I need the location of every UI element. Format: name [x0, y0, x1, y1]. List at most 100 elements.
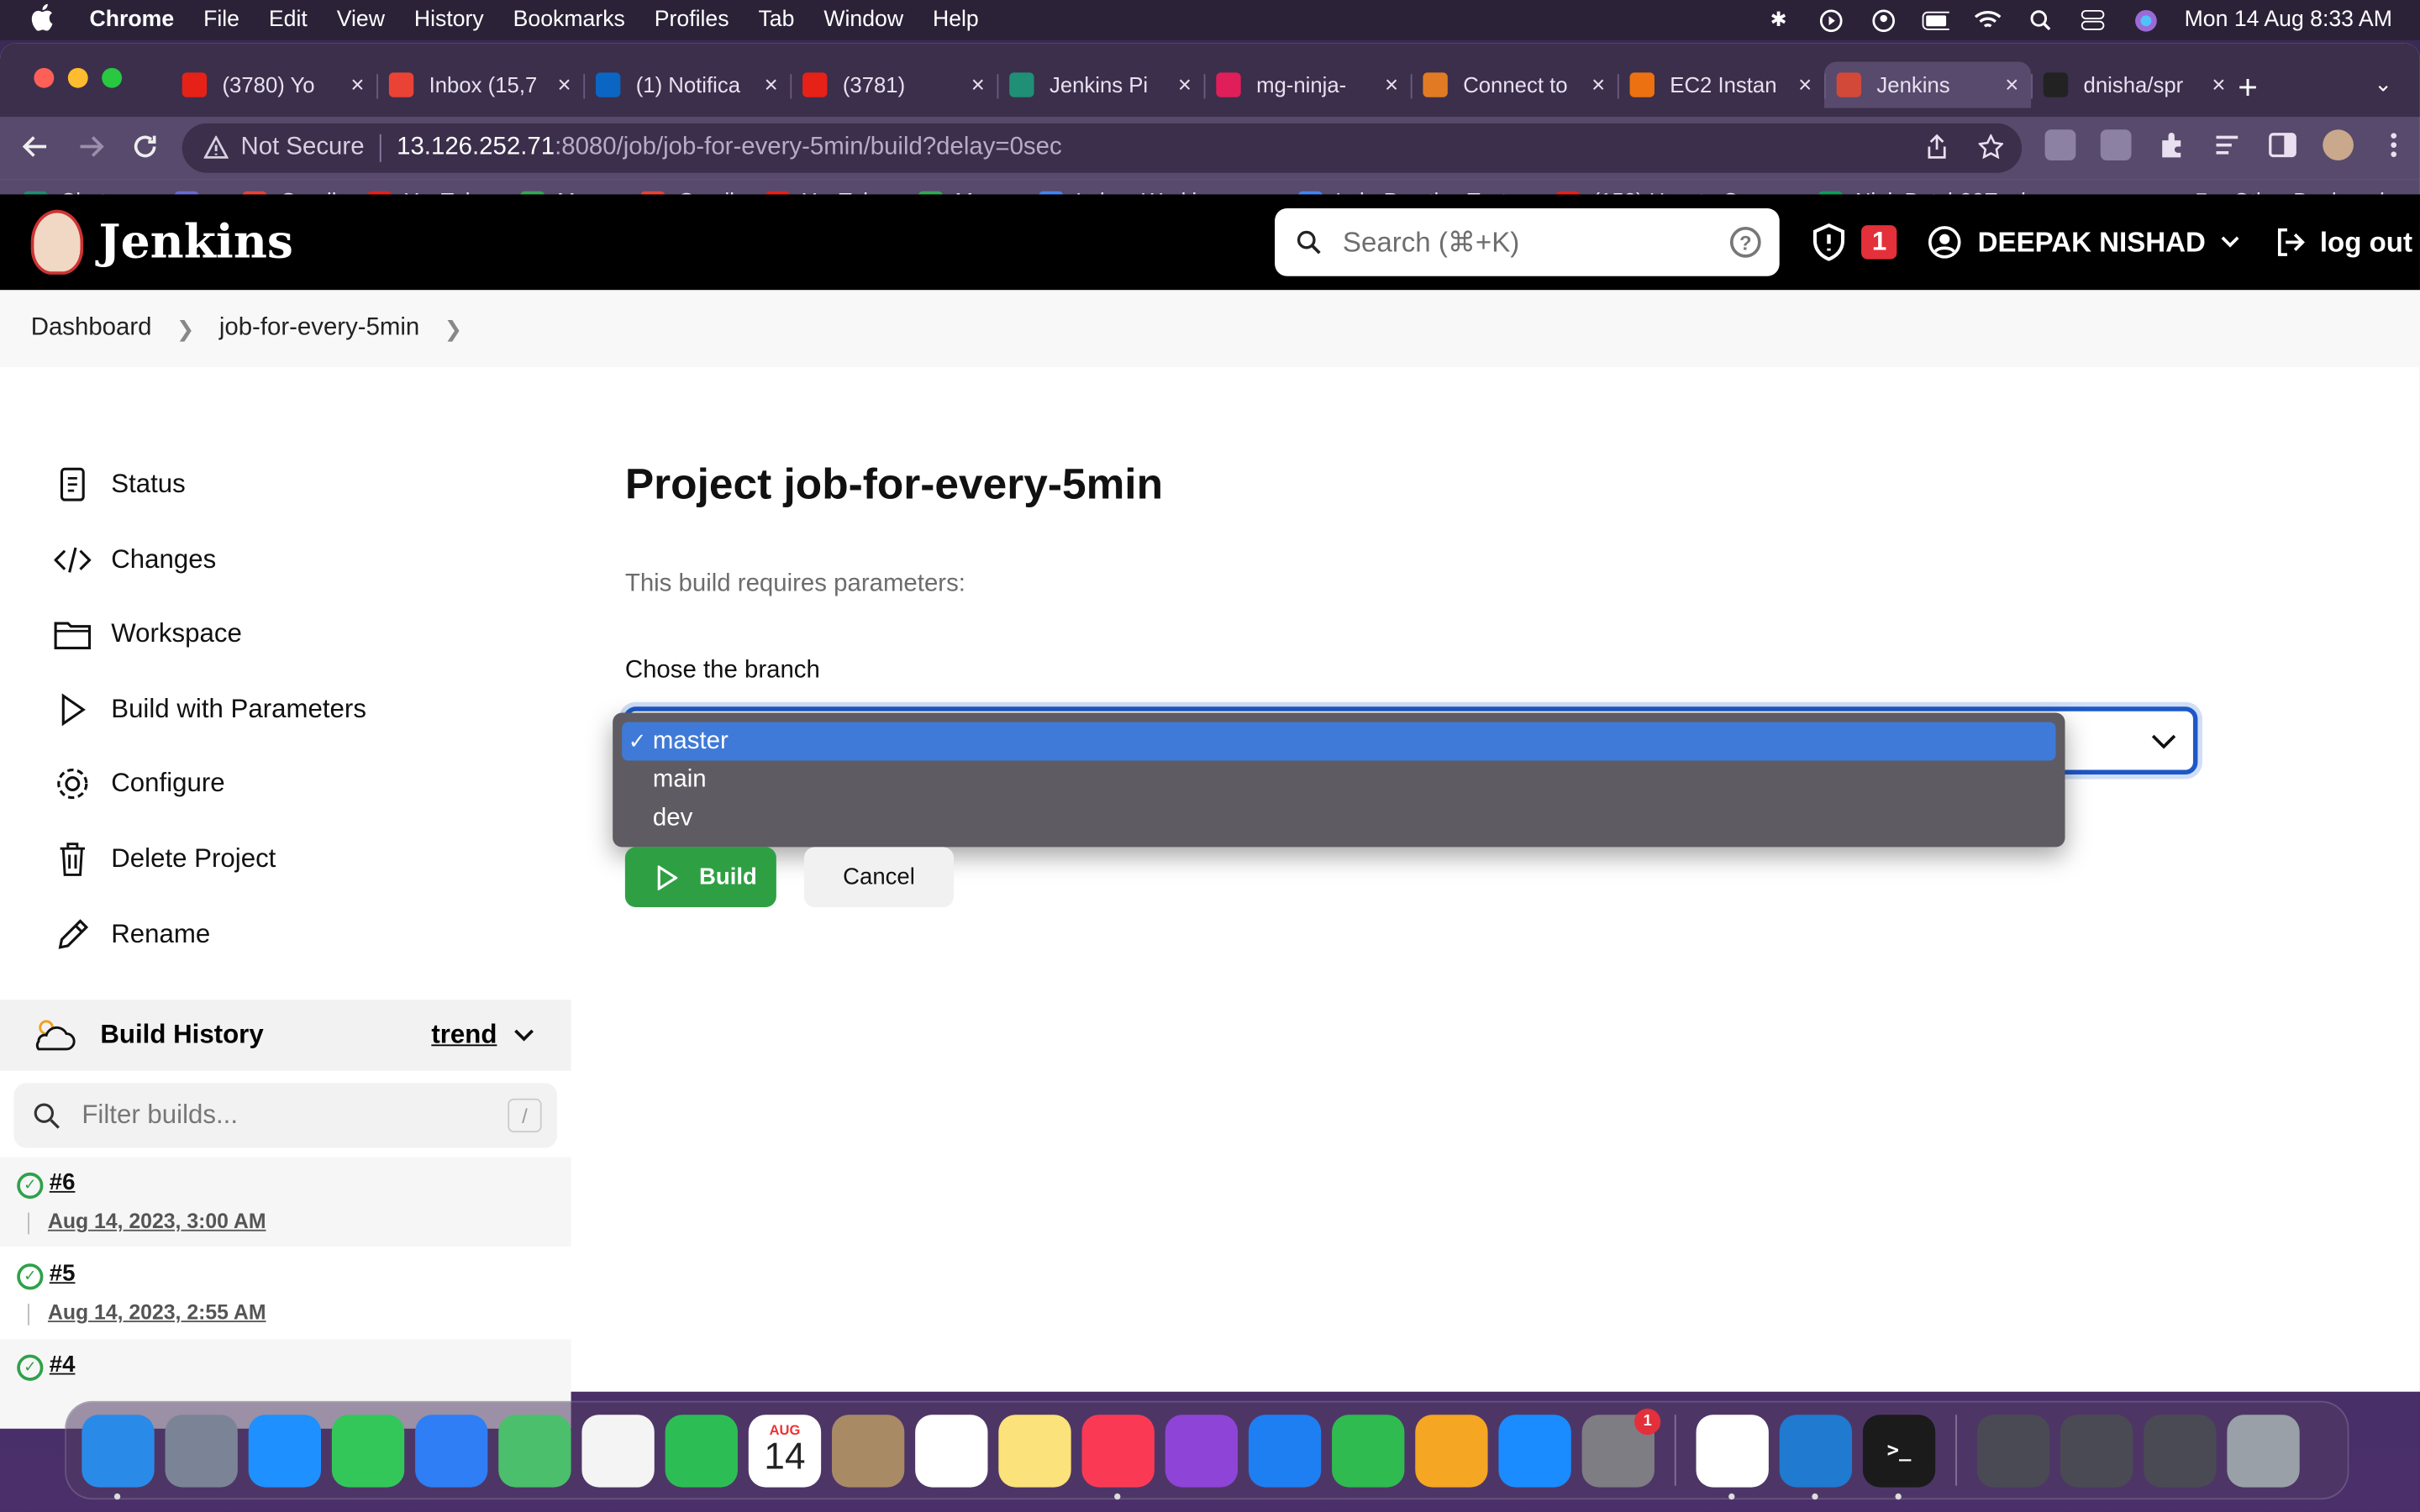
photos-icon[interactable] [581, 1414, 655, 1487]
spotlight-icon[interactable] [2027, 9, 2054, 31]
build-date-link[interactable]: Aug 14, 2023, 3:00 AM [48, 1210, 266, 1233]
screenshot-stack-icon[interactable] [2060, 1414, 2133, 1487]
close-tab-icon[interactable]: × [2005, 71, 2018, 97]
extension-devtools-icon[interactable] [2044, 129, 2076, 161]
menu-view[interactable]: View [337, 8, 385, 32]
chevron-right-icon[interactable]: ❯ [445, 316, 463, 342]
browser-tab[interactable]: (1) Notifica × [583, 61, 790, 108]
maps-icon[interactable] [498, 1414, 571, 1487]
safari-icon[interactable] [248, 1414, 322, 1487]
battery-icon[interactable] [1922, 9, 1950, 31]
menu-chrome[interactable]: Chrome [90, 8, 175, 32]
chevron-down-icon[interactable] [514, 1025, 534, 1047]
close-tab-icon[interactable]: × [350, 71, 364, 97]
sidebar-item-configure[interactable]: Configure [54, 765, 225, 802]
extensions-puzzle-icon[interactable] [2156, 129, 2187, 160]
user-account-icon[interactable] [1870, 8, 1897, 32]
menu-history[interactable]: History [414, 8, 484, 32]
dropdown-option-dev[interactable]: dev [622, 799, 2055, 837]
browser-tab[interactable]: (3781) × [790, 61, 997, 108]
app-store-icon[interactable] [1498, 1414, 1571, 1487]
close-tab-icon[interactable]: × [1178, 71, 1192, 97]
system-settings-icon[interactable]: 1 [1581, 1407, 1661, 1487]
mail-icon[interactable] [415, 1414, 488, 1487]
dropdown-option-master[interactable]: ✓ master [622, 722, 2056, 761]
siri-icon[interactable] [2132, 9, 2160, 31]
close-tab-icon[interactable]: × [765, 71, 778, 97]
logout-link[interactable]: log out [2274, 225, 2412, 259]
address-bar[interactable]: Not Secure 13.126.252.71 :8080/job/job-f… [182, 123, 2023, 173]
browser-tab[interactable]: mg-ninja- × [1203, 61, 1411, 108]
sidebar-item-delete-project[interactable]: Delete Project [54, 841, 276, 878]
browser-tab[interactable]: Jenkins Pi × [997, 61, 1204, 108]
launchpad-icon[interactable] [165, 1414, 238, 1487]
browser-tab[interactable]: EC2 Instan × [1617, 61, 1824, 108]
browser-tab[interactable]: dnisha/spr × [2031, 61, 2238, 108]
menu-window[interactable]: Window [823, 8, 903, 32]
menu-help[interactable]: Help [933, 8, 979, 32]
site-info[interactable]: Not Secure [203, 134, 365, 162]
build-number-link[interactable]: #4 [50, 1352, 76, 1378]
trash-icon[interactable] [2227, 1414, 2300, 1487]
numbers-icon[interactable] [1332, 1414, 1405, 1487]
dropdown-option-main[interactable]: main [622, 760, 2055, 799]
chrome-icon[interactable] [1696, 1414, 1769, 1499]
build-button[interactable]: Build [624, 847, 776, 907]
user-menu[interactable]: DEEPAK NISHAD [1928, 225, 2239, 259]
sidebar-item-workspace[interactable]: Workspace [54, 616, 242, 653]
breadcrumb-job[interactable]: job-for-every-5min [219, 315, 419, 343]
extension-r-icon[interactable] [2100, 129, 2132, 161]
side-panel-icon[interactable] [2267, 129, 2298, 160]
close-tab-icon[interactable]: × [557, 71, 571, 97]
vscode-icon[interactable] [1779, 1414, 1853, 1499]
menu-bookmarks[interactable]: Bookmarks [513, 8, 625, 32]
bluetooth-icon[interactable]: ✱ [1765, 8, 1792, 31]
terminal-icon[interactable]: >_ [1862, 1414, 1936, 1499]
menu-file[interactable]: File [203, 8, 239, 32]
profile-avatar[interactable] [2323, 129, 2354, 161]
wifi-icon[interactable] [1975, 9, 2002, 31]
browser-tab[interactable]: (3780) Yo × [170, 61, 376, 108]
cancel-button[interactable]: Cancel [803, 847, 955, 907]
close-tab-icon[interactable]: × [971, 71, 985, 97]
apple-icon[interactable] [31, 3, 62, 38]
browser-tab[interactable]: Inbox (15,7 × [376, 61, 583, 108]
messages-icon[interactable] [331, 1414, 405, 1487]
close-tab-icon[interactable]: × [1385, 71, 1398, 97]
bookmark-star-icon[interactable] [1977, 133, 2005, 165]
podcasts-icon[interactable] [1165, 1414, 1239, 1487]
reading-list-icon[interactable] [2212, 129, 2243, 160]
build-date-link[interactable]: Aug 14, 2023, 2:55 AM [48, 1300, 266, 1324]
jenkins-search-box[interactable]: Search (⌘+K) ? [1275, 207, 1780, 276]
sidebar-item-status[interactable]: Status [54, 466, 186, 503]
build-row[interactable]: ✓ #6 Aug 14, 2023, 3:00 AM [0, 1157, 571, 1247]
menu-tab[interactable]: Tab [758, 8, 794, 32]
play-icon[interactable] [1817, 8, 1844, 32]
search-help-icon[interactable]: ? [1729, 226, 1761, 258]
close-tab-icon[interactable]: × [1591, 71, 1605, 97]
back-icon[interactable] [22, 133, 50, 168]
contacts-icon[interactable] [831, 1414, 905, 1487]
security-shield-icon[interactable] [1809, 222, 1849, 262]
sidebar-item-rename[interactable]: Rename [54, 916, 210, 953]
breadcrumb-dashboard[interactable]: Dashboard [31, 315, 152, 343]
zoom-window-button[interactable] [102, 67, 123, 88]
control-center-icon[interactable] [2080, 9, 2107, 31]
pages-icon[interactable] [1415, 1414, 1488, 1487]
trend-link[interactable]: trend [431, 1020, 497, 1051]
close-tab-icon[interactable]: × [1798, 71, 1812, 97]
build-number-link[interactable]: #5 [50, 1261, 76, 1287]
facetime-icon[interactable] [665, 1414, 738, 1487]
new-tab-button[interactable]: + [2238, 68, 2258, 108]
keynote-icon[interactable] [1248, 1414, 1322, 1487]
browser-tab[interactable]: Jenkins × [1823, 61, 2032, 108]
menu-edit[interactable]: Edit [269, 8, 308, 32]
browser-tab[interactable]: Connect to × [1410, 61, 1618, 108]
tab-search-icon[interactable]: ⌄ [2374, 71, 2392, 97]
forward-icon[interactable] [77, 133, 105, 168]
filter-builds-input[interactable]: Filter builds... / [13, 1083, 558, 1148]
jenkins-logo[interactable]: Jenkins [30, 209, 293, 275]
downloads-stack-icon[interactable] [1976, 1414, 2050, 1487]
minimize-window-button[interactable] [67, 67, 88, 88]
window-stack-icon[interactable] [2144, 1414, 2217, 1487]
